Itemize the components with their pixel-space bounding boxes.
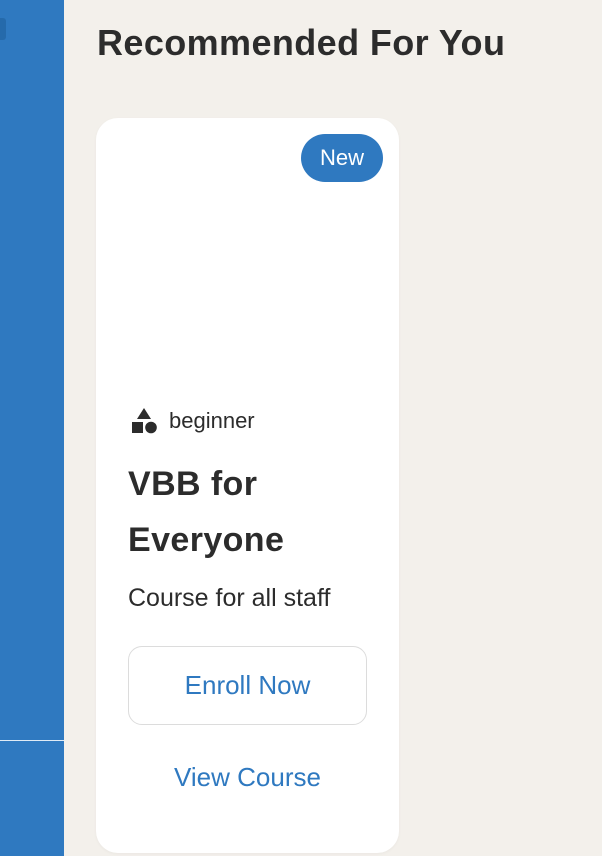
enroll-now-button[interactable]: Enroll Now [128, 646, 367, 725]
sidebar-divider [0, 740, 64, 741]
course-description: Course for all staff [128, 584, 331, 612]
new-badge: New [301, 134, 383, 182]
course-card[interactable]: New beginner VBB for Everyone Course for… [96, 118, 399, 853]
view-course-link[interactable]: View Course [128, 762, 367, 793]
shapes-icon [132, 408, 157, 434]
sidebar [0, 0, 64, 856]
page-title: Recommended For You [97, 22, 506, 63]
sidebar-edge-indicator [0, 18, 6, 40]
course-title: VBB for Everyone [128, 465, 285, 559]
course-level: beginner [130, 404, 255, 438]
level-label: beginner [169, 408, 255, 433]
main-content: Recommended For You New beginner VBB for… [64, 0, 602, 856]
